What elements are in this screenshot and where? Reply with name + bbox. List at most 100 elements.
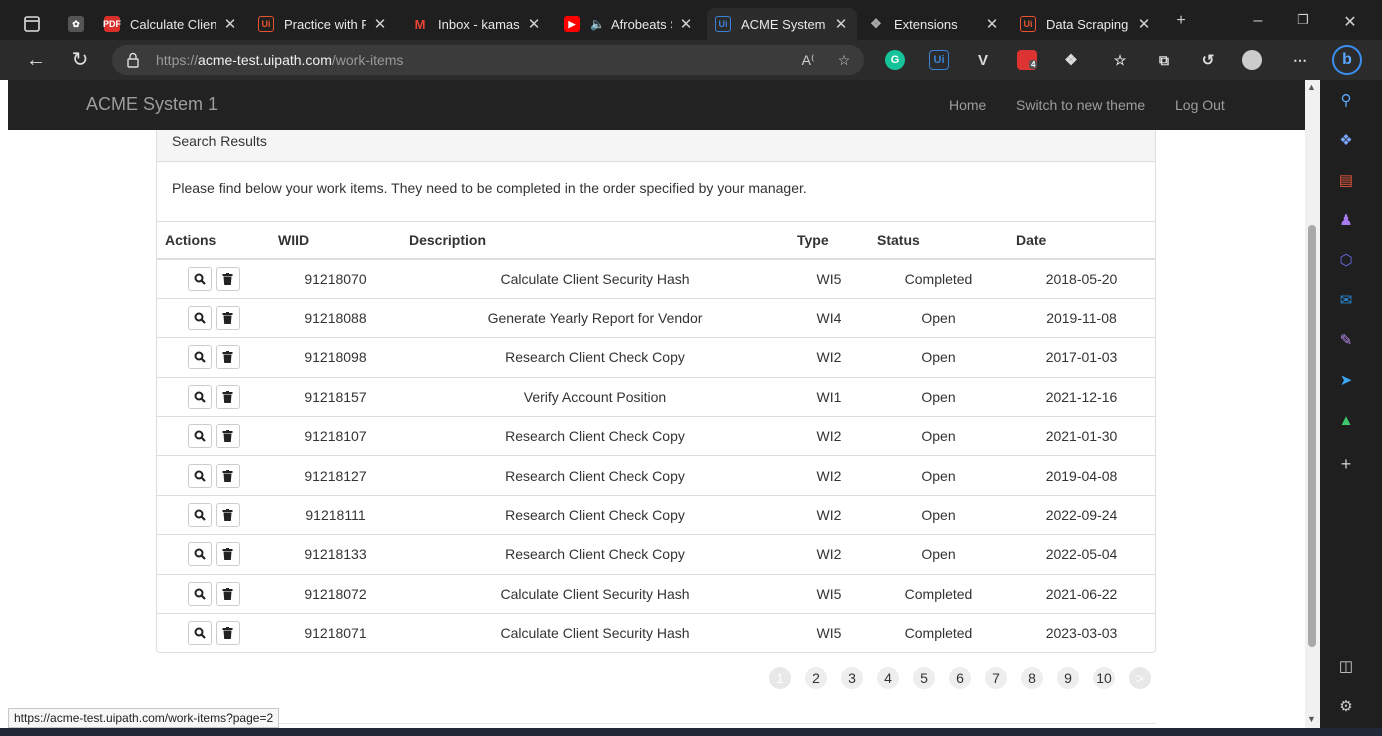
date-cell: 2019-04-08 <box>1008 455 1155 496</box>
actions-cell <box>157 534 270 575</box>
view-item-button[interactable] <box>187 266 212 291</box>
delete-item-button[interactable] <box>215 581 240 606</box>
delete-item-button[interactable] <box>215 266 240 291</box>
browser-tab[interactable]: ✿ <box>60 8 96 40</box>
nav-home-link[interactable]: Home <box>949 97 986 113</box>
view-item-button[interactable] <box>187 345 212 370</box>
uipath-extension-icon[interactable]: Ui <box>929 50 949 70</box>
tools-icon[interactable]: ▤ <box>1336 170 1356 190</box>
delete-item-button[interactable] <box>215 345 240 370</box>
view-item-button[interactable] <box>187 384 212 409</box>
close-tab-icon[interactable]: ✕ <box>833 15 849 33</box>
delete-item-button[interactable] <box>215 424 240 449</box>
page-link[interactable]: 9 <box>1057 667 1079 689</box>
close-tab-icon[interactable]: ✕ <box>372 15 388 33</box>
browser-tab[interactable]: PDF Calculate Client S ✕ <box>96 8 246 40</box>
page-link[interactable]: 7 <box>985 667 1007 689</box>
view-item-button[interactable] <box>187 424 212 449</box>
view-item-button[interactable] <box>187 503 212 528</box>
minimize-icon[interactable]: – <box>1247 12 1269 30</box>
page-link[interactable]: 1 <box>769 667 791 689</box>
status-cell: Open <box>869 416 1008 456</box>
outlook-icon[interactable]: ✉ <box>1336 290 1356 310</box>
calendar-extension-icon[interactable]: 4 <box>1017 50 1038 70</box>
profile-avatar[interactable] <box>1242 50 1262 70</box>
delete-item-button[interactable] <box>215 306 240 331</box>
read-aloud-icon[interactable]: A⁽ <box>798 52 818 70</box>
more-options-icon[interactable]: ⋯ <box>1290 50 1310 70</box>
browser-tab[interactable]: M Inbox - kamasu.g ✕ <box>404 8 550 40</box>
page-link[interactable]: 6 <box>949 667 971 689</box>
search-icon[interactable]: ⚲ <box>1336 90 1356 110</box>
site-brand[interactable]: ACME System 1 <box>86 94 218 115</box>
office-icon[interactable]: ⬡ <box>1336 250 1356 270</box>
scroll-down-icon[interactable]: ▼ <box>1307 714 1316 724</box>
magnifier-icon <box>194 312 206 324</box>
wiid-cell: 91218107 <box>270 416 401 456</box>
magnifier-icon <box>194 548 206 561</box>
page-scrollbar[interactable]: ▲ ▼ <box>1305 80 1320 728</box>
games-icon[interactable]: ♟ <box>1336 210 1356 230</box>
browser-tab[interactable]: Ui ACME System 1 ✕ <box>707 8 857 40</box>
designer-icon[interactable]: ✎ <box>1336 330 1356 350</box>
description-cell: Calculate Client Security Hash <box>401 573 789 614</box>
page-link[interactable]: 4 <box>877 667 899 689</box>
add-favorite-icon[interactable]: ☆ <box>834 52 854 70</box>
close-window-icon[interactable]: ✕ <box>1339 12 1361 32</box>
actions-cell <box>157 613 270 653</box>
vimeo-extension-icon[interactable]: V <box>973 50 993 70</box>
browser-tab[interactable]: ❖ Extensions ✕ <box>860 8 1008 40</box>
table-row: 91218072 Calculate Client Security Hash WI… <box>157 573 1155 614</box>
tab-actions-icon[interactable] <box>18 13 46 35</box>
bing-copilot-icon[interactable]: b <box>1332 45 1362 75</box>
send-icon[interactable]: ➤ <box>1336 370 1356 390</box>
page-link[interactable]: 10 <box>1093 667 1115 689</box>
delete-item-button[interactable] <box>215 621 240 646</box>
favorites-icon[interactable]: ☆ <box>1110 50 1130 70</box>
page-link[interactable]: 2 <box>805 667 827 689</box>
nav-switch-theme-link[interactable]: Switch to new theme <box>1016 97 1145 113</box>
delete-item-button[interactable] <box>215 463 240 488</box>
close-tab-icon[interactable]: ✕ <box>1136 15 1152 33</box>
speaker-icon[interactable]: 🔈 <box>590 17 605 31</box>
grammarly-icon[interactable]: G <box>885 50 905 70</box>
hide-sidebar-icon[interactable]: ◫ <box>1336 656 1356 676</box>
view-item-button[interactable] <box>187 542 212 567</box>
type-cell: WI5 <box>789 573 869 614</box>
scrollbar-thumb[interactable] <box>1308 225 1316 647</box>
history-icon[interactable]: ↺ <box>1198 50 1218 70</box>
close-tab-icon[interactable]: ✕ <box>984 15 1000 33</box>
tree-icon[interactable]: ▲ <box>1336 410 1356 430</box>
browser-tab[interactable]: Ui Data Scraping ar ✕ <box>1012 8 1160 40</box>
page-link[interactable]: 5 <box>913 667 935 689</box>
browser-tab[interactable]: Ui Practice with REF ✕ <box>250 8 396 40</box>
new-tab-button[interactable]: + <box>1170 12 1192 30</box>
extensions-icon[interactable]: ❖ <box>1061 50 1081 70</box>
address-bar[interactable]: https://acme-test.uipath.com/work-items … <box>112 45 864 75</box>
page-link[interactable]: 8 <box>1021 667 1043 689</box>
shopping-tag-icon[interactable]: ❖ <box>1336 130 1356 150</box>
view-item-button[interactable] <box>187 463 212 488</box>
view-item-button[interactable] <box>187 581 212 606</box>
add-sidebar-app-icon[interactable]: + <box>1336 454 1356 474</box>
page-link[interactable]: 3 <box>841 667 863 689</box>
collections-icon[interactable]: ⧉ <box>1154 50 1174 70</box>
refresh-icon[interactable]: ↻ <box>66 48 94 72</box>
back-icon[interactable]: ← <box>22 48 50 72</box>
trash-icon <box>222 351 233 364</box>
close-tab-icon[interactable]: ✕ <box>526 15 542 33</box>
view-item-button[interactable] <box>187 621 212 646</box>
settings-gear-icon[interactable]: ⚙ <box>1336 696 1356 716</box>
close-tab-icon[interactable]: ✕ <box>222 15 238 33</box>
delete-item-button[interactable] <box>215 542 240 567</box>
next-page-link[interactable]: > <box>1129 667 1151 689</box>
scroll-up-icon[interactable]: ▲ <box>1307 82 1316 92</box>
nav-logout-link[interactable]: Log Out <box>1175 97 1225 113</box>
restore-icon[interactable]: ❐ <box>1292 12 1314 28</box>
delete-item-button[interactable] <box>215 384 240 409</box>
close-tab-icon[interactable]: ✕ <box>678 15 694 33</box>
delete-item-button[interactable] <box>215 503 240 528</box>
browser-tab-title: Data Scraping ar <box>1046 16 1130 32</box>
browser-tab[interactable]: ▶ 🔈 Afrobeats S ✕ <box>556 8 702 40</box>
view-item-button[interactable] <box>187 306 212 331</box>
